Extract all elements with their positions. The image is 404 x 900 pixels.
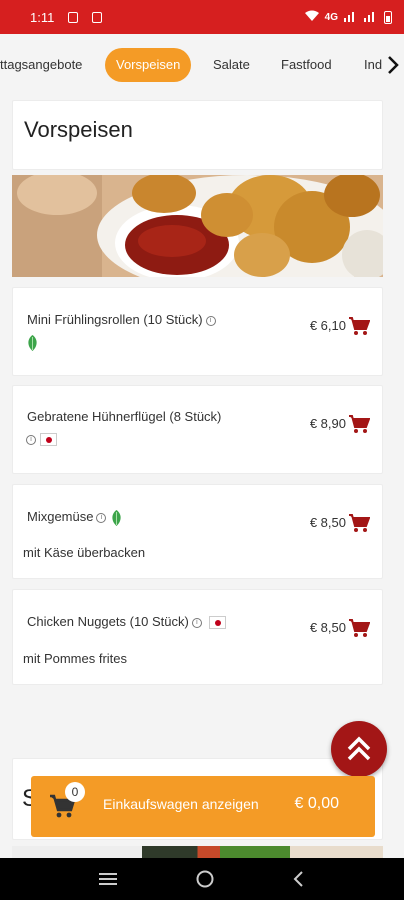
menu-item-card[interactable]: Mixgemüse i mit Käse überbacken € 8,50 (12, 484, 383, 579)
item-price: € 8,50 (309, 515, 346, 530)
menu-item-card[interactable]: Gebratene Hühnerflügel (8 Stück) i € 8,9… (12, 385, 383, 474)
vegetarian-leaf-icon (112, 509, 121, 526)
network-type: 4G (324, 11, 338, 23)
view-cart-button[interactable]: 0 Einkaufswagen anzeigen € 0,00 (31, 776, 375, 837)
add-to-cart-icon[interactable] (348, 618, 370, 638)
notification-icon (92, 11, 103, 23)
category-tab-bar: ttagsangebote Vorspeisen Salate Fastfood… (0, 34, 404, 96)
item-name: Chicken Nuggets (10 Stück) (27, 614, 189, 629)
cart-count-badge: 0 (65, 782, 85, 802)
recent-apps-icon[interactable] (98, 872, 118, 886)
battery-icon (384, 10, 392, 24)
item-description: mit Pommes frites (23, 651, 128, 666)
status-bar: 1:11 4G (0, 0, 404, 34)
add-to-cart-icon[interactable] (348, 316, 370, 336)
tab-fastfood[interactable]: Fastfood (281, 48, 332, 82)
item-name: Mini Frühlingsrollen (10 Stück) (27, 312, 203, 327)
signal-icon (344, 10, 358, 25)
section-banner-image (12, 175, 383, 277)
back-icon[interactable] (292, 870, 306, 888)
system-nav-bar (0, 858, 404, 900)
home-icon[interactable] (195, 869, 215, 889)
item-price: € 6,10 (309, 318, 346, 333)
cart-label: Einkaufswagen anzeigen (103, 796, 259, 812)
menu-item-card[interactable]: Mini Frühlingsrollen (10 Stück) i € 6,10 (12, 287, 383, 376)
cart-total: € 0,00 (294, 795, 339, 812)
double-chevron-up-icon (347, 736, 371, 761)
signal-icon (364, 10, 378, 25)
item-price: € 8,50 (309, 620, 346, 635)
info-icon[interactable]: i (96, 512, 107, 523)
next-section-banner-image (12, 846, 383, 858)
info-icon[interactable]: i (26, 434, 36, 445)
info-icon[interactable]: i (191, 617, 202, 628)
item-price: € 8,90 (309, 416, 346, 431)
section-title: Vorspeisen (24, 117, 133, 142)
item-name: Mixgemüse (27, 509, 94, 524)
section-header-card: Vorspeisen (12, 100, 383, 170)
scroll-to-top-button[interactable] (331, 721, 387, 777)
tab-ind[interactable]: Ind (364, 48, 382, 82)
wifi-icon (304, 10, 319, 25)
tab-tagesangebote[interactable]: ttagsangebote (0, 48, 82, 82)
japan-flag-icon (40, 433, 58, 447)
item-name: Gebratene Hühnerflügel (8 Stück) (27, 409, 222, 424)
clock: 1:11 (30, 9, 55, 25)
add-to-cart-icon[interactable] (348, 513, 370, 533)
tab-vorspeisen[interactable]: Vorspeisen (105, 48, 192, 82)
notification-icon (68, 11, 79, 23)
item-description: mit Käse überbacken (23, 545, 146, 560)
menu-item-card[interactable]: Chicken Nuggets (10 Stück) i mit Pommes f… (12, 589, 383, 685)
add-to-cart-icon[interactable] (348, 414, 370, 434)
vegetarian-leaf-icon (26, 334, 39, 352)
scroll-right-icon[interactable] (382, 34, 404, 96)
tab-salate[interactable]: Salate (213, 48, 250, 82)
info-icon[interactable]: i (205, 315, 216, 326)
japan-flag-icon (209, 616, 227, 630)
